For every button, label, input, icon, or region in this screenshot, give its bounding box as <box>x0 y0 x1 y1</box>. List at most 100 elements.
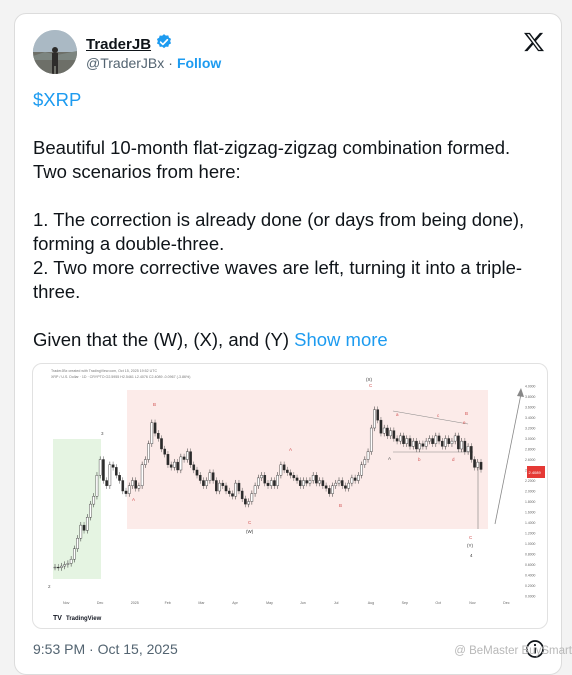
x-tick-label: Mar <box>198 601 205 605</box>
candle-body <box>211 472 215 481</box>
y-tick-label: 1.0000 <box>525 542 535 546</box>
candle-body <box>476 461 480 468</box>
candle-body <box>466 446 470 452</box>
paragraph-4-text: Given that the (W), (X), and (Y) <box>33 329 289 350</box>
candle-body <box>69 559 73 564</box>
timestamp[interactable]: 9:53 PM · Oct 15, 2025 <box>33 641 178 657</box>
candle-body <box>470 446 473 460</box>
candle-body <box>56 566 60 569</box>
candle-body <box>424 440 428 447</box>
candle-body <box>415 440 418 450</box>
candle-body <box>53 566 57 569</box>
candle-body <box>263 475 267 484</box>
author-name[interactable]: TraderJB <box>86 36 151 53</box>
candle-body <box>244 498 247 505</box>
wave-label-2: 2 <box>48 584 51 589</box>
candle-body <box>85 517 89 531</box>
candle-body <box>311 475 315 481</box>
candle-body <box>344 485 347 489</box>
candle-body <box>140 464 144 486</box>
candle-body <box>166 454 170 465</box>
candle-body <box>369 427 373 452</box>
candle-body <box>186 451 189 460</box>
candle-body <box>205 480 208 486</box>
candle-body <box>392 430 396 439</box>
candle-body <box>340 480 344 486</box>
candle-body <box>92 496 96 505</box>
follow-button[interactable]: Follow <box>177 55 221 71</box>
candle-body <box>218 482 221 492</box>
candle-body <box>450 440 454 444</box>
y-tick-label: 3.6000 <box>525 405 535 409</box>
x-tick-label: Dec <box>503 601 510 605</box>
price-chart: TraderJBx created with TradingView.com, … <box>48 369 545 622</box>
x-tick-label: Nov <box>63 601 70 605</box>
candle-body <box>295 477 299 481</box>
candle-body <box>328 488 331 494</box>
candle-body <box>298 480 302 486</box>
candle-body <box>479 461 483 470</box>
show-more-link[interactable]: Show more <box>294 329 388 350</box>
candle-body <box>379 419 383 434</box>
candle-body <box>257 477 260 486</box>
candle-body <box>357 475 360 481</box>
candle-body <box>286 469 289 473</box>
candle-body <box>405 438 409 444</box>
x-tick-label: May <box>266 601 273 605</box>
candle-body <box>144 459 147 465</box>
candle-body <box>173 461 176 468</box>
y-tick-label: 2.8000 <box>525 447 535 451</box>
y-tick-label: 4.0000 <box>525 384 535 388</box>
candle-body <box>137 485 141 489</box>
candle-body <box>373 409 376 429</box>
wave-label-A1: A <box>132 497 135 502</box>
x-axis: Nov Dec 2025 Feb Mar Apr May Jun Jul Aug Sep Oct Nov… <box>63 601 510 605</box>
wave-label-B1: B <box>153 402 156 407</box>
candle-body <box>227 490 231 494</box>
candle-body <box>399 435 402 442</box>
wave-label-W: (W) <box>246 529 254 534</box>
avatar[interactable] <box>33 30 77 74</box>
candle-body <box>73 548 76 560</box>
tweet-card: TraderJB @TraderJBx · Follow $XRP Beauti… <box>14 13 562 675</box>
candle-body <box>421 443 425 447</box>
candle-body <box>82 524 86 531</box>
chart-image[interactable]: TraderJBx created with TradingView.com, … <box>32 363 548 629</box>
author-handle[interactable]: @TraderJBx <box>86 55 164 71</box>
wave-label-C3: C <box>469 535 473 540</box>
y-tick-label: 3.8000 <box>525 395 535 399</box>
x-tick-label: Feb <box>165 601 171 605</box>
y-tick-label: 1.8000 <box>525 500 535 504</box>
candle-body <box>453 435 457 442</box>
y-tick-label: 0.8000 <box>525 552 535 556</box>
x-tick-label: 2025 <box>131 601 139 605</box>
candle-body <box>250 493 254 502</box>
y-tick-label: 1.4000 <box>525 521 535 525</box>
candle-body <box>418 443 421 450</box>
candle-body <box>434 435 438 444</box>
candle-body <box>156 433 160 439</box>
y-tick-label: 2.2000 <box>525 479 535 483</box>
cashtag-link[interactable]: $XRP <box>33 88 533 112</box>
candle-body <box>192 464 196 471</box>
y-tick-label: 3.0000 <box>525 437 535 441</box>
candle-body <box>463 440 467 452</box>
y-tick-label: 1.2000 <box>525 531 535 535</box>
candle-body <box>153 422 157 434</box>
x-tick-label: Sep <box>402 601 408 605</box>
candle-body <box>331 485 334 494</box>
candle-body <box>428 438 431 442</box>
candle-body <box>350 477 354 484</box>
wave-label-X: (X) <box>366 377 373 382</box>
candle-body <box>440 440 444 447</box>
x-tick-label: Oct <box>435 601 441 605</box>
candle-body <box>411 440 415 447</box>
avatar-photo <box>33 30 77 74</box>
x-tick-label: Jul <box>334 601 339 605</box>
x-logo-icon[interactable] <box>523 32 545 57</box>
candle-body <box>382 427 386 434</box>
y-tick-label: 1.6000 <box>525 510 535 514</box>
candle-body <box>198 475 202 481</box>
watermark: @ BeMaster BuySmart <box>454 645 572 657</box>
candle-body <box>176 461 179 471</box>
